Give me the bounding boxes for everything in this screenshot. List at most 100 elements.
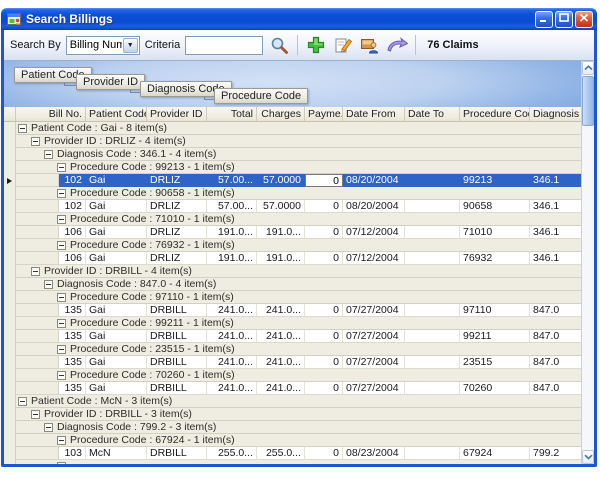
claims-view-button[interactable] bbox=[359, 34, 381, 56]
cell-total[interactable]: 191.0... bbox=[207, 226, 257, 239]
cell-bill-no[interactable]: 135 bbox=[59, 304, 86, 317]
cell-patient-code[interactable]: Gai bbox=[86, 174, 147, 187]
cell-charges[interactable]: 241.0... bbox=[257, 356, 305, 369]
group-row-band[interactable]: Provider ID : DRLIZ - 4 item(s) bbox=[16, 135, 582, 148]
cell-bill-no[interactable]: 102 bbox=[59, 174, 86, 187]
cell-payme[interactable]: 0 bbox=[305, 447, 343, 460]
collapse-expand-box[interactable] bbox=[31, 137, 40, 146]
data-row[interactable]: 135GaiDRBILL241.0...241.0...007/27/20049… bbox=[4, 304, 582, 317]
column-header-diagnosis-code[interactable]: Diagnosis Code bbox=[530, 107, 582, 121]
cell-diagnosis-code[interactable]: 799.2 bbox=[530, 447, 582, 460]
collapse-expand-box[interactable] bbox=[57, 241, 66, 250]
cell-patient-code[interactable]: Gai bbox=[86, 226, 147, 239]
column-header-date-to[interactable]: Date To bbox=[405, 107, 460, 121]
cell-payme[interactable]: 0 bbox=[305, 226, 343, 239]
cell-provider-id[interactable]: DRBILL bbox=[147, 330, 207, 343]
cell-date-to[interactable] bbox=[405, 252, 460, 265]
cell-procedure-code[interactable]: 90658 bbox=[460, 200, 530, 213]
cell-patient-code[interactable]: Gai bbox=[86, 330, 147, 343]
cell-bill-no[interactable]: 103 bbox=[59, 447, 86, 460]
criteria-input[interactable] bbox=[185, 36, 263, 55]
cell-charges[interactable]: 241.0... bbox=[257, 382, 305, 395]
data-row[interactable]: 135GaiDRBILL241.0...241.0...007/27/20049… bbox=[4, 330, 582, 343]
minimize-button[interactable] bbox=[535, 11, 553, 28]
collapse-expand-box[interactable] bbox=[57, 319, 66, 328]
cell-date-from[interactable]: 08/20/2004 bbox=[343, 200, 405, 213]
cell-payme[interactable]: 0 bbox=[305, 330, 343, 343]
cell-charges[interactable]: 57.0000 bbox=[257, 174, 305, 187]
cell-procedure-code[interactable]: 70260 bbox=[460, 382, 530, 395]
group-row-band[interactable]: Procedure Code : 97110 - 1 item(s) bbox=[16, 291, 582, 304]
cell-diagnosis-code[interactable]: 847.0 bbox=[530, 382, 582, 395]
cell-payme[interactable]: 0 bbox=[305, 304, 343, 317]
cell-charges[interactable]: 191.0... bbox=[257, 252, 305, 265]
cell-date-from[interactable]: 08/23/2004 bbox=[343, 447, 405, 460]
collapse-expand-box[interactable] bbox=[44, 280, 53, 289]
collapse-expand-box[interactable] bbox=[57, 462, 66, 465]
cell-payme[interactable]: 0 bbox=[305, 174, 343, 187]
group-row[interactable]: Provider ID : DRBILL - 4 item(s) bbox=[4, 265, 582, 278]
data-row[interactable]: 106GaiDRLIZ191.0...191.0...007/12/200471… bbox=[4, 226, 582, 239]
collapse-expand-box[interactable] bbox=[18, 397, 27, 406]
cell-charges[interactable]: 255.0... bbox=[257, 447, 305, 460]
group-row[interactable]: Procedure Code : 90658 - 1 item(s) bbox=[4, 187, 582, 200]
cell-patient-code[interactable]: Gai bbox=[86, 304, 147, 317]
search-button[interactable] bbox=[268, 34, 290, 56]
collapse-expand-box[interactable] bbox=[18, 124, 27, 133]
cell-total[interactable]: 241.0... bbox=[207, 382, 257, 395]
group-row[interactable]: Diagnosis Code : 346.1 - 4 item(s) bbox=[4, 148, 582, 161]
data-row[interactable]: 106GaiDRLIZ191.0...191.0...007/12/200476… bbox=[4, 252, 582, 265]
column-header-procedure-code[interactable]: Procedure Code bbox=[460, 107, 530, 121]
group-row-band[interactable]: Procedure Code : 23515 - 1 item(s) bbox=[16, 343, 582, 356]
collapse-expand-box[interactable] bbox=[57, 345, 66, 354]
column-header-patient-code[interactable]: Patient Code bbox=[86, 107, 147, 121]
cell-diagnosis-code[interactable]: 346.1 bbox=[530, 174, 582, 187]
collapse-expand-box[interactable] bbox=[44, 423, 53, 432]
group-row[interactable]: Procedure Code : 99213 - 1 item(s) bbox=[4, 161, 582, 174]
column-header-payme[interactable]: Payme... bbox=[305, 107, 343, 121]
cell-charges[interactable]: 191.0... bbox=[257, 226, 305, 239]
group-row[interactable] bbox=[4, 460, 582, 464]
cell-procedure-code[interactable]: 76932 bbox=[460, 252, 530, 265]
group-row[interactable]: Diagnosis Code : 847.0 - 4 item(s) bbox=[4, 278, 582, 291]
group-row[interactable]: Patient Code : Gai - 8 item(s) bbox=[4, 122, 582, 135]
cell-total[interactable]: 241.0... bbox=[207, 304, 257, 317]
cell-total[interactable]: 57.00... bbox=[207, 174, 257, 187]
maximize-button[interactable] bbox=[555, 11, 573, 28]
cell-payme[interactable]: 0 bbox=[305, 200, 343, 213]
collapse-expand-box[interactable] bbox=[57, 436, 66, 445]
cell-provider-id[interactable]: DRBILL bbox=[147, 304, 207, 317]
group-row[interactable]: Procedure Code : 99211 - 1 item(s) bbox=[4, 317, 582, 330]
group-row[interactable]: Procedure Code : 67924 - 1 item(s) bbox=[4, 434, 582, 447]
cell-patient-code[interactable]: Gai bbox=[86, 382, 147, 395]
cell-date-to[interactable] bbox=[405, 304, 460, 317]
column-header-total[interactable]: Total bbox=[207, 107, 257, 121]
group-row[interactable]: Procedure Code : 23515 - 1 item(s) bbox=[4, 343, 582, 356]
data-row[interactable]: 135GaiDRBILL241.0...241.0...007/27/20047… bbox=[4, 382, 582, 395]
collapse-expand-box[interactable] bbox=[44, 150, 53, 159]
cell-procedure-code[interactable]: 97110 bbox=[460, 304, 530, 317]
cell-charges[interactable]: 57.0000 bbox=[257, 200, 305, 213]
column-header-provider-id[interactable]: Provider ID bbox=[147, 107, 207, 121]
swoosh-button[interactable] bbox=[386, 34, 408, 56]
cell-bill-no[interactable]: 106 bbox=[59, 226, 86, 239]
collapse-expand-box[interactable] bbox=[57, 189, 66, 198]
cell-date-to[interactable] bbox=[405, 200, 460, 213]
column-header-charges[interactable]: Charges bbox=[257, 107, 305, 121]
cell-date-to[interactable] bbox=[405, 382, 460, 395]
cell-date-from[interactable]: 07/27/2004 bbox=[343, 330, 405, 343]
cell-provider-id[interactable]: DRLIZ bbox=[147, 252, 207, 265]
collapse-expand-box[interactable] bbox=[57, 293, 66, 302]
group-row-band[interactable]: Procedure Code : 90658 - 1 item(s) bbox=[16, 187, 582, 200]
group-row-band[interactable]: Procedure Code : 99211 - 1 item(s) bbox=[16, 317, 582, 330]
group-row-band[interactable] bbox=[16, 460, 582, 464]
cell-provider-id[interactable]: DRBILL bbox=[147, 382, 207, 395]
cell-date-to[interactable] bbox=[405, 174, 460, 187]
chevron-down-icon[interactable]: ▼ bbox=[123, 38, 138, 53]
collapse-expand-box[interactable] bbox=[57, 371, 66, 380]
cell-total[interactable]: 241.0... bbox=[207, 356, 257, 369]
group-by-box-provider-id[interactable]: Provider ID bbox=[76, 74, 145, 90]
cell-patient-code[interactable]: Gai bbox=[86, 356, 147, 369]
group-row-band[interactable]: Procedure Code : 71010 - 1 item(s) bbox=[16, 213, 582, 226]
cell-bill-no[interactable]: 106 bbox=[59, 252, 86, 265]
